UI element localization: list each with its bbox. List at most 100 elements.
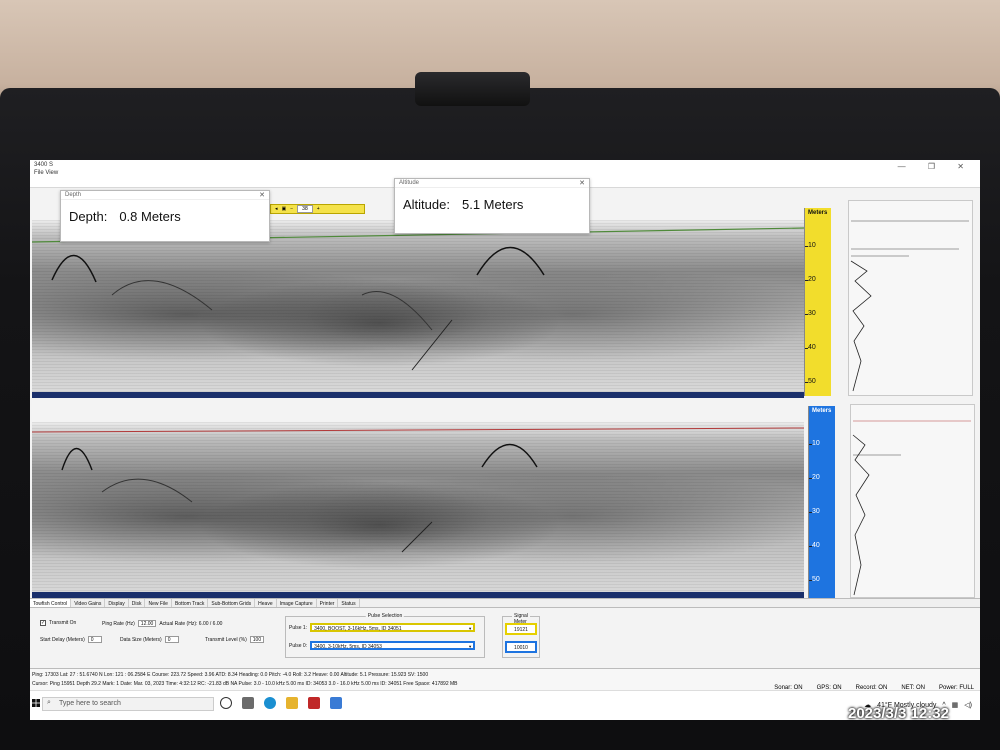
sonar-traces-top <box>32 227 804 371</box>
control-tabs: Towfish Control Video Gains Display Disk… <box>30 598 980 608</box>
scale-top-tick-10: 10 <box>808 242 816 249</box>
pulse1-value: 3400, BOOST, 3-16kHz, 5ms, ID 34051 <box>314 626 402 632</box>
tab-printer[interactable]: Printer <box>316 599 339 607</box>
depth-value: 0.8 Meters <box>119 209 181 224</box>
status-row-2: Cursor: Ping 15951 Depth 29.2 Mark: 1 Da… <box>32 681 458 687</box>
status-row-1: Ping: 17303 Lat: 27 : 51.6740 N Lon: 121… <box>32 672 429 678</box>
tab-new-file[interactable]: New File <box>145 599 172 607</box>
seabed-line-bottom <box>32 427 804 433</box>
altitude-popup-titlebar: Altitude ✕ <box>395 179 589 188</box>
system-status-indicators: Sonar: ON GPS: ON Record: ON NET: ON Pow… <box>774 685 974 691</box>
windows-start-icon[interactable] <box>32 699 40 707</box>
widgets-icon[interactable] <box>242 697 254 709</box>
scale-bottom-tick-10: 10 <box>812 440 820 447</box>
tab-bottom-track[interactable]: Bottom Track <box>171 599 209 607</box>
scale-top-tick-50: 50 <box>808 378 816 385</box>
data-size-field[interactable]: 0 <box>164 636 179 643</box>
tab-towfish-control[interactable]: Towfish Control <box>30 599 72 607</box>
transmit-level-field[interactable]: 100 <box>249 636 265 643</box>
volume-icon[interactable]: ◁) <box>964 701 972 709</box>
power-status: Power: FULL <box>938 685 974 691</box>
minimize-button[interactable]: — <box>898 162 916 171</box>
tab-disk[interactable]: Disk <box>128 599 146 607</box>
towfish-control-panel: ✓ Transmit On Ping Rate (Hz) 12.00 Actua… <box>30 608 980 668</box>
pulse1-row: Pulse 1: 3400, BOOST, 3-16kHz, 5ms, ID 3… <box>289 623 476 632</box>
altitude-popup-close-icon[interactable]: ✕ <box>579 179 585 187</box>
sub-bottom-layer-1 <box>111 280 213 311</box>
sonar-image-bottom[interactable] <box>32 422 804 594</box>
sonar-top-footer <box>32 392 804 398</box>
scale-top-tick-30: 30 <box>808 310 816 317</box>
hyperbola-target-3 <box>61 448 93 471</box>
prev-arrow-icon[interactable]: ◂ <box>275 206 278 212</box>
scale-top-header: Meters <box>808 210 828 216</box>
sub-bottom-layer-3 <box>411 319 453 371</box>
windows-taskbar: Sonar: ON GPS: ON Record: ON NET: ON Pow… <box>30 685 980 720</box>
window-controls[interactable]: — ❐ ✕ <box>898 162 974 171</box>
profile-trace-top <box>850 220 969 392</box>
webcam-hinge <box>415 72 530 106</box>
hyperbola-target-2 <box>476 246 545 276</box>
data-size-label: Data Size (Meters) <box>120 636 162 643</box>
edge-browser-icon[interactable] <box>264 697 276 709</box>
altitude-popup[interactable]: Altitude ✕ Altitude: 5.1 Meters <box>394 178 590 234</box>
menu-bar[interactable]: File View <box>34 170 58 176</box>
sonar-image-top[interactable] <box>32 220 804 392</box>
tab-display[interactable]: Display <box>105 599 129 607</box>
tab-video-gains[interactable]: Video Gains <box>71 599 106 607</box>
record-status: Record: ON <box>855 685 888 691</box>
tab-status[interactable]: Status <box>338 599 360 607</box>
sonar-status: Sonar: ON <box>774 685 803 691</box>
depth-label: Depth: <box>69 209 108 224</box>
profile-trace-bottom <box>852 420 971 596</box>
page-field[interactable]: 38 <box>297 205 313 213</box>
maximize-button[interactable]: ❐ <box>928 162 945 171</box>
amplitude-profile-top <box>848 200 973 396</box>
actual-rate-text: Actual Rate (Hz): 6.00 / 6.00 <box>159 620 223 627</box>
ping-rate-field[interactable]: 12.00 <box>137 620 157 627</box>
pulse0-select[interactable]: 3400, 3-10kHz, 5ms, ID 34053 ▼ <box>310 641 476 650</box>
hyperbola-target-4 <box>481 443 538 468</box>
close-button[interactable]: ✕ <box>957 162 974 171</box>
network-icon[interactable]: ▦ <box>952 701 959 709</box>
save-icon[interactable]: ▣ <box>282 206 287 212</box>
signal-meter-pulse0: 10010 <box>505 641 537 653</box>
start-delay-field[interactable]: 0 <box>87 636 102 643</box>
amplitude-profile-bottom <box>850 404 975 598</box>
altitude-label: Altitude: <box>403 197 450 212</box>
tab-heave[interactable]: Heave <box>255 599 277 607</box>
prev-page-icon[interactable]: − <box>290 206 293 212</box>
pulse-selection-label: Pulse Selection <box>365 613 405 619</box>
data-size-row: Data Size (Meters) 0 <box>120 636 179 643</box>
tab-sub-bottom-grids[interactable]: Sub-Bottom Grids <box>208 599 256 607</box>
scale-bottom-header: Meters <box>812 408 832 414</box>
depth-popup-titlebar: Depth ✕ <box>61 191 269 200</box>
depth-popup-close-icon[interactable]: ✕ <box>259 191 265 199</box>
sonar-traces-bottom <box>32 427 804 553</box>
file-explorer-icon[interactable] <box>286 697 298 709</box>
pulse1-select[interactable]: 3400, BOOST, 3-16kHz, 5ms, ID 34051 ▼ <box>310 623 476 632</box>
ping-rate-label: Ping Rate (Hz) <box>102 620 135 627</box>
task-view-icon[interactable] <box>220 697 232 709</box>
depth-popup-title: Depth <box>65 192 82 198</box>
laptop-screen: 3400 S File View — ❐ ✕ ◂ ▣ − 38 + Meters… <box>30 160 980 720</box>
chevron-down-icon: ▼ <box>468 644 473 649</box>
start-delay-row: Start Delay (Meters) 0 <box>40 636 102 643</box>
pulse-selection-group: Pulse Selection Pulse 1: 3400, BOOST, 3-… <box>285 613 485 658</box>
taskbar-search-input[interactable]: ⌕ Type here to search <box>42 697 214 711</box>
depth-scale-top: Meters 10 20 30 40 50 <box>804 208 844 396</box>
tab-image-capture[interactable]: Image Capture <box>276 599 317 607</box>
sub-bottom-layer-5 <box>401 521 433 553</box>
scale-top-fill <box>805 208 831 396</box>
search-placeholder: Type here to search <box>59 700 121 707</box>
gps-status: GPS: ON <box>816 685 842 691</box>
signal-meter-pulse1: 19121 <box>505 623 537 635</box>
depth-popup[interactable]: Depth ✕ Depth: 0.8 Meters <box>60 190 270 242</box>
window-title: 3400 S <box>34 162 54 168</box>
photo-timestamp: 2023/3/3 12:32 <box>848 705 949 722</box>
altitude-value: 5.1 Meters <box>461 197 524 212</box>
app-icon[interactable] <box>330 697 342 709</box>
transmit-on-checkbox[interactable]: ✓ <box>40 620 46 626</box>
sonar-app-icon[interactable] <box>308 697 320 709</box>
next-page-icon[interactable]: + <box>317 206 320 212</box>
